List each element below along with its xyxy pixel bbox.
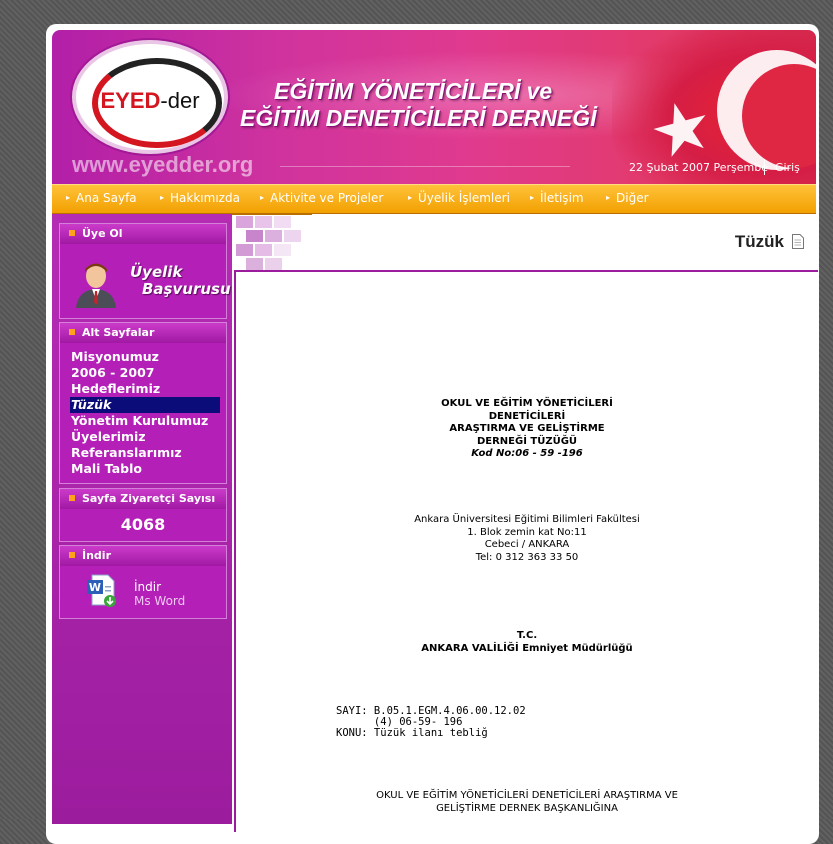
nav-label: Diğer xyxy=(616,191,649,205)
visitor-counter-box: Sayfa Ziyaretçi Sayısı 4068 xyxy=(59,488,227,542)
logo-brand: EYED xyxy=(100,88,161,113)
visitor-counter-title: Sayfa Ziyaretçi Sayısı xyxy=(82,492,216,505)
nav-item-diger[interactable]: ▸ Diğer xyxy=(606,191,649,205)
nav-label: Üyelik İşlemleri xyxy=(418,191,510,205)
nav-label: Aktivite ve Projeler xyxy=(270,191,384,205)
doc-address-line3: Cebeci / ANKARA xyxy=(484,539,570,550)
doc-address-line2: 1. Blok zemin kat No:11 xyxy=(467,526,587,538)
subpage-list: Misyonumuz 2006 - 2007 Hedeflerimiz Tüzü… xyxy=(70,349,220,477)
site-title-line2: EĞİTİM DENETİCİLERİ DERNEĞİ xyxy=(240,105,597,131)
nav-item-hakkimizda[interactable]: ▸ Hakkımızda xyxy=(160,191,240,205)
bullet-icon xyxy=(69,230,75,236)
word-document-icon[interactable]: W xyxy=(86,574,118,608)
subpage-link-uyelerimiz[interactable]: Üyelerimiz xyxy=(70,429,220,445)
page-title: Tüzük xyxy=(734,232,784,251)
nav-label: İletişim xyxy=(540,191,584,205)
bullet-icon xyxy=(69,495,75,501)
visitor-count: 4068 xyxy=(120,515,166,534)
membership-link-line1: Üyelik xyxy=(130,263,183,281)
uye-ol-header: Üye Ol xyxy=(60,224,226,244)
membership-application-link[interactable]: Üyelik Başvurusu xyxy=(130,264,231,298)
visitor-counter-header: Sayfa Ziyaretçi Sayısı xyxy=(60,489,226,509)
download-link-sub: Ms Word xyxy=(134,594,186,608)
doc-valilik: ANKARA VALİLİĞİ Emniyet Müdürlüğü xyxy=(421,642,633,654)
subpage-link-referanslarimiz[interactable]: Referanslarımız xyxy=(70,445,220,461)
nav-arrow-icon: ▸ xyxy=(408,193,413,202)
site-url: www.eyedder.org xyxy=(72,152,254,177)
header-separator xyxy=(764,159,765,175)
doc-address-line4: Tel: 0 312 363 33 50 xyxy=(475,551,579,563)
bullet-icon xyxy=(69,552,75,558)
doc-recipient: OKUL VE EĞİTİM YÖNETİCİLERİ DENETİCİLERİ… xyxy=(236,790,818,815)
doc-recipient-line2: GELİŞTİRME DERNEK BAŞKANLIĞINA xyxy=(436,802,618,814)
nav-arrow-icon: ▸ xyxy=(66,193,71,202)
download-link-label: İndir xyxy=(134,580,162,594)
download-header: İndir xyxy=(60,546,226,566)
doc-recipient-line1: OKUL VE EĞİTİM YÖNETİCİLERİ DENETİCİLERİ… xyxy=(376,790,678,801)
nav-arrow-icon: ▸ xyxy=(260,193,265,202)
doc-heading-line2: DENETİCİLERİ xyxy=(488,410,566,422)
nav-label: Ana Sayfa xyxy=(76,191,137,205)
subpage-link-mali-tablo[interactable]: Mali Tablo xyxy=(70,461,220,477)
doc-heading-line1: OKUL VE EĞİTİM YÖNETİCİLERİ xyxy=(441,398,613,409)
doc-heading-line4: DERNEĞİ TÜZÜĞÜ xyxy=(476,435,578,447)
bullet-icon xyxy=(69,329,75,335)
doc-tc: T.C. xyxy=(516,630,538,641)
main-nav: ▸ Ana Sayfa ▸ Hakkımızda ▸ Aktivite ve Proj… xyxy=(52,184,816,215)
alt-sayfalar-header: Alt Sayfalar xyxy=(60,323,226,343)
member-avatar-icon[interactable] xyxy=(74,260,118,308)
nav-item-iletisim[interactable]: ▸ İletişim xyxy=(530,191,584,205)
doc-authority: T.C. ANKARA VALİLİĞİ Emniyet Müdürlüğü xyxy=(236,630,818,655)
alt-sayfalar-title: Alt Sayfalar xyxy=(82,326,155,339)
page-header: Tüzük xyxy=(312,214,816,270)
uye-ol-title: Üye Ol xyxy=(82,227,123,240)
nav-arrow-icon: ▸ xyxy=(530,193,535,202)
subpage-link-tuzuk[interactable]: Tüzük xyxy=(70,397,220,413)
login-link[interactable]: Giriş xyxy=(775,161,800,174)
eyed-logo[interactable]: EYED-der xyxy=(76,44,224,150)
logo-text: EYED-der xyxy=(76,88,224,114)
svg-text:W: W xyxy=(89,581,101,594)
nav-arrow-icon: ▸ xyxy=(160,193,165,202)
logo-suffix: -der xyxy=(160,88,200,113)
download-title: İndir xyxy=(82,549,111,562)
download-word-link[interactable]: İndir Ms Word xyxy=(134,580,185,608)
sidebar: Üye Ol Üyelik Başvurusu Alt Sayfalar Mis… xyxy=(52,214,232,824)
subpage-link-misyonumuz[interactable]: Misyonumuz xyxy=(70,349,220,365)
doc-code: Kod No:06 - 59 -196 xyxy=(471,448,583,459)
doc-heading: OKUL VE EĞİTİM YÖNETİCİLERİ DENETİCİLERİ… xyxy=(236,398,818,461)
header-tile-decoration xyxy=(236,214,312,270)
site-title: EĞİTİM YÖNETİCİLERİ ve EĞİTİM DENETİCİLE… xyxy=(240,78,597,132)
doc-konu: KONU: Tüzük ilanı tebliğ xyxy=(336,727,488,739)
membership-link-line2: Başvurusu xyxy=(142,280,231,298)
nav-item-ana-sayfa[interactable]: ▸ Ana Sayfa xyxy=(66,191,137,205)
doc-heading-line3: ARAŞTIRMA VE GELİŞTİRME xyxy=(449,423,605,434)
uye-ol-box: Üye Ol Üyelik Başvurusu xyxy=(59,223,231,319)
nav-label: Hakkımızda xyxy=(170,191,240,205)
doc-address: Ankara Üniversitesi Eğitimi Bilimleri Fa… xyxy=(236,514,818,564)
page-document-icon xyxy=(792,234,804,249)
nav-arrow-icon: ▸ xyxy=(606,193,611,202)
document-content: OKUL VE EĞİTİM YÖNETİCİLERİ DENETİCİLERİ… xyxy=(234,270,818,832)
current-date: 22 Şubat 2007 Perşembe xyxy=(629,161,768,174)
url-divider xyxy=(280,166,570,167)
subpage-link-hedeflerimiz[interactable]: Hedeflerimiz xyxy=(70,381,220,397)
nav-item-aktivite[interactable]: ▸ Aktivite ve Projeler xyxy=(260,191,383,205)
nav-item-uyelik[interactable]: ▸ Üyelik İşlemleri xyxy=(408,191,510,205)
subpage-link-2006-2007[interactable]: 2006 - 2007 xyxy=(70,365,220,381)
subpage-link-yonetim-kurulumuz[interactable]: Yönetim Kurulumuz xyxy=(70,413,220,429)
doc-address-line1: Ankara Üniversitesi Eğitimi Bilimleri Fa… xyxy=(414,514,640,525)
alt-sayfalar-box: Alt Sayfalar Misyonumuz 2006 - 2007 Hede… xyxy=(59,322,227,484)
download-box: İndir W İndir Ms Word xyxy=(59,545,227,619)
site-title-line1: EĞİTİM YÖNETİCİLERİ ve xyxy=(274,78,553,104)
